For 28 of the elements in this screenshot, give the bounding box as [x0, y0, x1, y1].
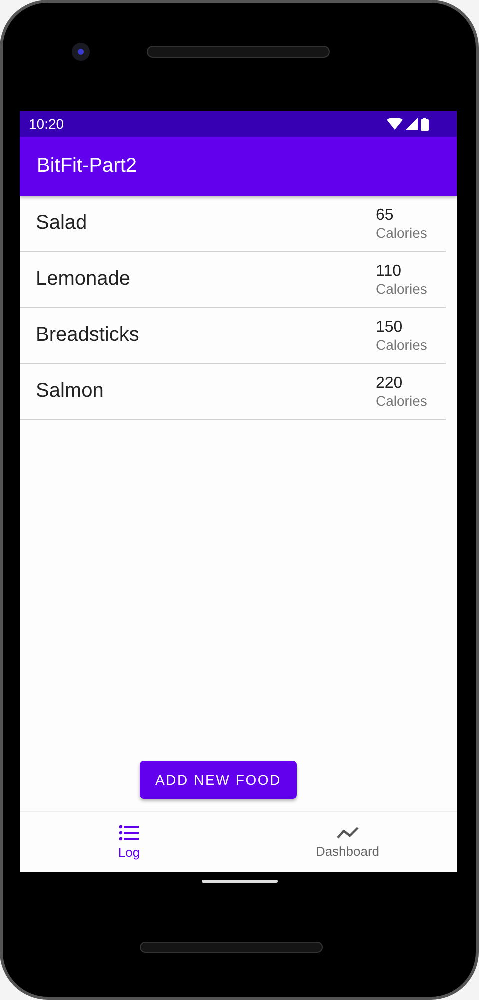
calorie-count: 65 — [376, 206, 395, 224]
calorie-count: 220 — [376, 374, 404, 392]
add-food-button[interactable]: ADD NEW FOOD — [140, 761, 297, 799]
wifi-icon — [387, 118, 403, 130]
battery-icon — [421, 118, 429, 130]
food-name: Lemonade — [36, 268, 131, 291]
nav-tab[interactable]: Log — [20, 812, 238, 872]
food-row[interactable]: Breadsticks 150 Calories — [20, 308, 446, 364]
nav-tab[interactable]: Dashboard — [238, 812, 457, 872]
food-row[interactable]: Lemonade 110 Calories — [20, 252, 446, 308]
calorie-unit: Calories — [376, 336, 428, 352]
signal-icon — [406, 118, 418, 130]
status-time: 10:20 — [29, 116, 64, 132]
food-name: Breadsticks — [36, 324, 140, 347]
food-row[interactable]: Salad 65 Calories — [20, 196, 446, 252]
calorie-unit: Calories — [376, 224, 428, 240]
list-icon — [119, 824, 140, 840]
camera-icon — [72, 43, 90, 61]
app-title: BitFit-Part2 — [37, 155, 138, 178]
food-name: Salad — [36, 212, 88, 235]
line-chart-icon — [336, 826, 360, 840]
calorie-unit: Calories — [376, 392, 428, 408]
calorie-unit: Calories — [376, 280, 428, 296]
food-row[interactable]: Salmon 220 Calories — [20, 364, 446, 420]
food-name: Salmon — [36, 380, 104, 403]
calorie-count: 150 — [376, 318, 404, 336]
gesture-bar[interactable] — [202, 880, 278, 883]
calorie-count: 110 — [376, 262, 403, 280]
